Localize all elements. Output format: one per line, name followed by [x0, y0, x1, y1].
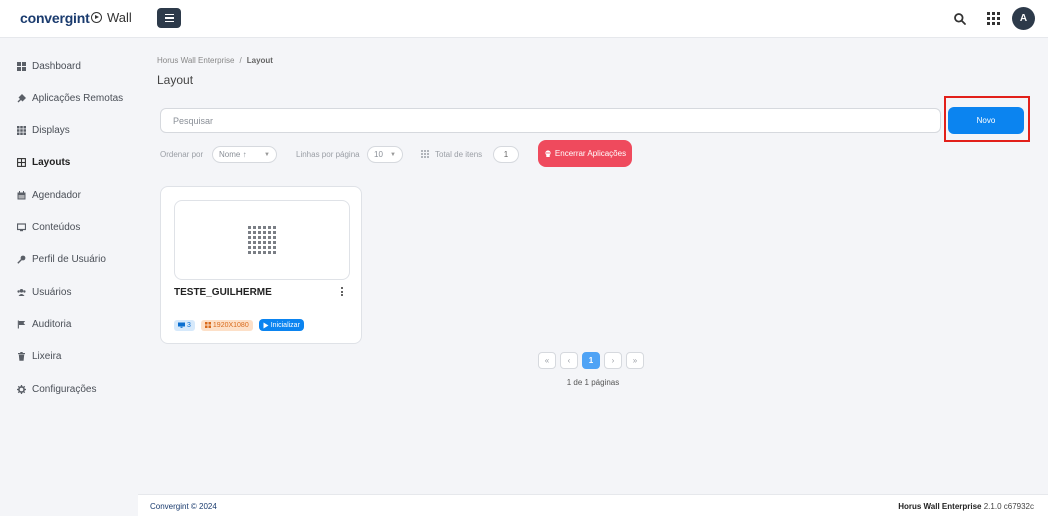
chevron-down-icon: ▼ [264, 151, 270, 158]
chevron-down-icon: ▼ [390, 151, 396, 158]
sidebar-item-agendador[interactable]: Agendador [17, 187, 81, 203]
prev-page-button[interactable]: ‹ [560, 352, 578, 369]
inicializar-button[interactable]: Inicializar [258, 319, 304, 331]
main-content: Horus Wall Enterprise / Layout Layout Novo… [138, 38, 1048, 494]
rows-label: Linhas por página [296, 150, 360, 159]
monitor-icon [17, 222, 26, 232]
sidebar: Dashboard Aplicações Remotas Displays La… [0, 38, 138, 516]
rows-value: 10 [374, 150, 383, 159]
resolution-badge: 1920X1080 [200, 319, 253, 331]
breadcrumb-root[interactable]: Horus Wall Enterprise [157, 56, 235, 65]
breadcrumb-current: Layout [246, 56, 273, 65]
order-value: Nome ↑ [219, 150, 247, 159]
footer: Convergint © 2024 Horus Wall Enterprise … [138, 494, 1048, 516]
sidebar-item-label: Configurações [32, 383, 97, 395]
calendar-icon [17, 190, 26, 200]
sidebar-item-label: Usuários [32, 286, 72, 298]
sidebar-item-label: Displays [32, 124, 70, 136]
trash-icon [17, 351, 26, 361]
order-select[interactable]: Nome ↑ ▼ [212, 146, 277, 163]
footer-version-number: 2.1.0 c67932c [983, 502, 1034, 511]
total-label: Total de itens [435, 150, 483, 159]
menu-toggle-button[interactable] [157, 8, 181, 28]
grid-icon [17, 125, 26, 135]
total-grid-icon [421, 150, 429, 158]
layout-card[interactable]: TESTE_GUILHERME 3 1920X1080 Inicializar [160, 186, 362, 344]
breadcrumb: Horus Wall Enterprise / Layout [157, 56, 273, 65]
footer-copyright: Convergint © 2024 [150, 502, 217, 511]
sidebar-item-label: Conteúdos [32, 221, 81, 233]
last-page-button[interactable]: » [626, 352, 644, 369]
plug-icon [17, 93, 26, 103]
sidebar-item-label: Perfil de Usuário [32, 253, 106, 265]
sidebar-item-auditoria[interactable]: Auditoria [17, 316, 71, 332]
apps-grid-icon[interactable] [987, 12, 1000, 25]
breadcrumb-separator: / [239, 56, 242, 65]
footer-product: Horus Wall Enterprise [898, 502, 982, 511]
layout-badges: 3 1920X1080 Inicializar [174, 319, 304, 331]
sidebar-item-usuarios[interactable]: Usuários [17, 284, 71, 300]
sidebar-item-label: Dashboard [32, 60, 81, 72]
play-icon [263, 322, 269, 328]
hamburger-icon [164, 13, 174, 16]
kebab-menu-icon[interactable] [338, 287, 346, 299]
first-page-button[interactable]: « [538, 352, 556, 369]
monitor-icon [178, 322, 185, 328]
sidebar-item-displays[interactable]: Displays [17, 122, 70, 138]
encerrar-aplicacoes-button[interactable]: Encerrar Aplicações [538, 140, 632, 167]
key-icon [17, 255, 26, 264]
rows-select[interactable]: 10 ▼ [367, 146, 403, 163]
sidebar-item-label: Agendador [32, 189, 81, 201]
order-label: Ordenar por [160, 150, 204, 159]
skull-icon [545, 149, 551, 157]
search-input[interactable] [160, 108, 941, 133]
sidebar-item-label: Auditoria [32, 318, 72, 330]
sidebar-item-configuracoes[interactable]: Configurações [17, 381, 96, 397]
layout-name: TESTE_GUILHERME [174, 287, 272, 298]
dashboard-icon [17, 61, 26, 71]
novo-button[interactable]: Novo [948, 107, 1024, 134]
encerrar-label: Encerrar Aplicações [554, 149, 627, 158]
next-page-button[interactable]: › [604, 352, 622, 369]
footer-version: Horus Wall Enterprise 2.1.0 c67932c [898, 502, 1034, 511]
sidebar-item-dashboard[interactable]: Dashboard [17, 58, 81, 74]
page-title: Layout [157, 73, 194, 87]
sidebar-item-aplicacoes-remotas[interactable]: Aplicações Remotas [17, 90, 123, 106]
sidebar-item-label: Lixeira [32, 350, 62, 362]
grid-icon [204, 322, 211, 328]
sidebar-item-perfil-de-usuario[interactable]: Perfil de Usuário [17, 251, 106, 267]
pagination: « ‹ 1 › » [538, 352, 644, 369]
sidebar-item-layouts[interactable]: Layouts [17, 154, 70, 170]
gear-icon [17, 384, 26, 394]
sidebar-item-conteudos[interactable]: Conteúdos [17, 219, 80, 235]
user-avatar[interactable]: A [1012, 7, 1035, 30]
display-count-badge: 3 [174, 319, 195, 331]
convergint-logo[interactable]: convergint [20, 10, 90, 26]
layout-preview[interactable] [174, 200, 350, 280]
sidebar-item-lixeira[interactable]: Lixeira [17, 348, 61, 364]
layout-grid-icon [248, 226, 276, 254]
sidebar-item-label: Layouts [32, 156, 71, 168]
play-circle-icon [91, 12, 102, 23]
users-icon [17, 288, 26, 297]
flag-icon [17, 320, 26, 329]
sidebar-item-label: Aplicações Remotas [32, 92, 124, 104]
page-info: 1 de 1 páginas [566, 378, 620, 387]
page-1-button[interactable]: 1 [582, 352, 600, 369]
total-count: 1 [493, 146, 519, 163]
search-icon[interactable] [953, 12, 967, 26]
app-name: Wall [91, 10, 132, 25]
top-bar: convergint Wall A [0, 0, 1048, 38]
app-name-label: Wall [107, 10, 132, 25]
layout-icon [17, 157, 26, 167]
